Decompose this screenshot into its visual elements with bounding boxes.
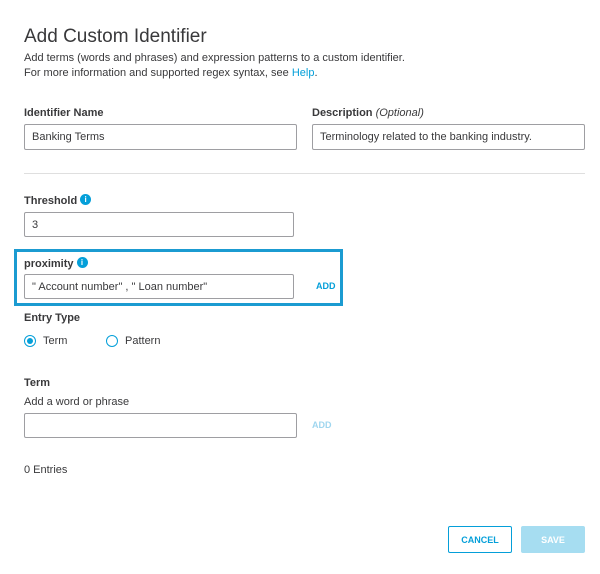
dialog-description: Add terms (words and phrases) and expres… [24, 52, 405, 64]
save-button[interactable]: SAVE [521, 526, 585, 553]
cancel-button[interactable]: CANCEL [448, 526, 512, 553]
radio-unchecked-icon[interactable] [106, 335, 118, 347]
help-link[interactable]: Help [292, 67, 315, 79]
term-add-button[interactable]: ADD [312, 420, 332, 430]
help-text-suffix: . [314, 67, 318, 79]
proximity-add-button[interactable]: ADD [316, 281, 336, 291]
radio-checked-icon[interactable] [24, 335, 36, 347]
info-icon[interactable]: i [76, 257, 88, 268]
term-hint: Add a word or phrase [24, 396, 130, 408]
proximity-input[interactable]: " Account number" , " Loan number" [24, 274, 294, 299]
entry-type-pattern-option[interactable]: Pattern [106, 335, 160, 347]
entry-type-pattern-label: Pattern [125, 335, 161, 347]
threshold-input[interactable]: 3 [24, 212, 294, 237]
term-input[interactable] [24, 413, 297, 438]
identifier-name-value: Banking Terms [32, 131, 105, 143]
proximity-label: proximity i [24, 257, 88, 270]
section-divider [24, 173, 585, 174]
description-value: Terminology related to the banking indus… [320, 131, 532, 143]
identifier-name-input[interactable]: Banking Terms [24, 124, 297, 150]
entry-type-term-option[interactable]: Term [24, 335, 67, 347]
description-label: Description (Optional) [312, 107, 424, 119]
entry-type-term-label: Term [43, 335, 68, 347]
description-input[interactable]: Terminology related to the banking indus… [312, 124, 585, 150]
threshold-label: Threshold i [24, 194, 92, 207]
threshold-label-text: Threshold [24, 195, 78, 207]
help-text-prefix: For more information and supported regex… [24, 67, 292, 79]
identifier-name-label: Identifier Name [24, 107, 104, 119]
threshold-value: 3 [32, 218, 39, 231]
entry-type-label: Entry Type [24, 312, 81, 324]
proximity-label-text: proximity [24, 258, 74, 270]
dialog-title: Add Custom Identifier [24, 26, 207, 47]
proximity-value: " Account number" , " Loan number" [32, 280, 208, 293]
description-optional-tag: (Optional) [375, 107, 424, 119]
dialog-help-text: For more information and supported regex… [24, 67, 318, 79]
entries-count: 0 Entries [24, 464, 68, 476]
description-label-text: Description [312, 107, 373, 119]
info-icon[interactable]: i [80, 194, 92, 205]
term-label: Term [24, 377, 51, 389]
